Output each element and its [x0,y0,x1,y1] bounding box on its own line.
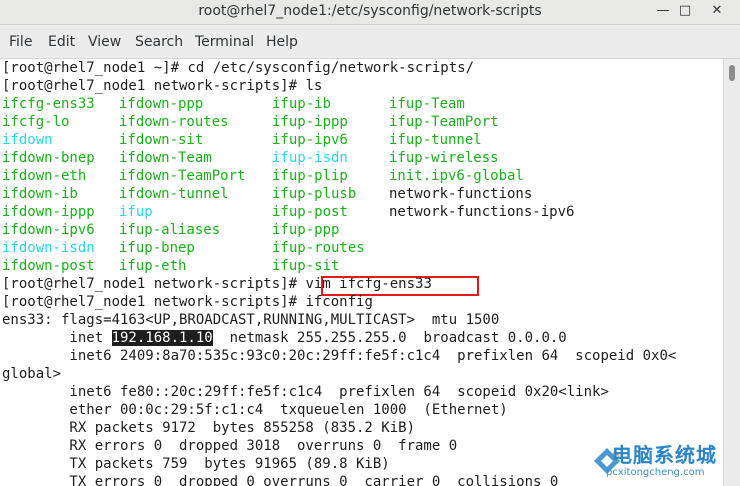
ls-entry: ifdown [2,132,53,148]
ls-entry: ifup-ipv6 [272,132,348,148]
terminal-line: RX packets 9172 bytes 855258 (835.2 KiB) [2,420,416,436]
watermark-url: pcxitongcheng.com [606,467,705,478]
ip-address-highlight: 192.168.1.10 [111,330,213,346]
ls-entry: ifdown-ippp [2,204,95,220]
ls-entry: ifup-post [272,204,348,220]
ls-entry: init.ipv6-global [389,168,524,184]
menu-search[interactable]: Search [135,34,183,50]
watermark: 电脑系统城 pcxitongcheng.com [586,436,740,486]
ls-entry: ifcfg-lo [2,114,70,130]
terminal-output[interactable]: [root@rhel7_node1 ~]# cd /etc/sysconfig/… [0,59,723,486]
menu-file[interactable]: File [9,34,32,50]
ls-entry: ifcfg-ens33 [2,96,95,112]
scrollbar-thumb[interactable] [729,65,735,81]
terminal-line: [root@rhel7_node1 network-scripts]# ls [2,77,322,95]
menu-help[interactable]: Help [266,34,298,50]
ls-entry: ifdown-ppp [119,96,204,112]
prompt: [root@rhel7_node1 network-scripts]# [2,78,306,94]
menu-view[interactable]: View [88,34,121,50]
ls-entry: ifdown-post [2,258,95,274]
terminal-line: [root@rhel7_node1 network-scripts]# ifco… [2,293,373,311]
terminal-line: global> [2,366,62,382]
menu-edit[interactable]: Edit [48,34,75,50]
command-text: ls [305,78,323,94]
terminal-line: inet6 2409:8a70:535c:93c0:20c:29ff:fe5f:… [2,348,677,364]
ls-entry: ifdown-TeamPort [119,168,246,184]
prompt: [root@rhel7_node1 ~]# [2,60,188,76]
ls-entry: ifup-tunnel [389,132,482,148]
ls-entry: network-functions [389,186,533,202]
title-bar: root@rhel7_node1:/etc/sysconfig/network-… [0,0,740,25]
ls-entry: ifdown-ib [2,186,78,202]
ls-entry: ifup-plip [272,168,348,184]
ls-entry: ifup [119,204,153,220]
ls-entry: ifdown-sit [119,132,204,148]
terminal-line: inet6 fe80::20c:29ff:fe5f:c1c4 prefixlen… [2,384,609,400]
ls-entry: ifdown-eth [2,168,87,184]
terminal-line: TX errors 0 dropped 0 overruns 0 carrier… [2,474,559,486]
output-text: inet [2,330,112,346]
scrollbar[interactable] [723,59,740,486]
ls-entry: ifup-bnep [119,240,195,256]
ls-entry: ifdown-isdn [2,240,95,256]
minimize-icon[interactable]: — [652,0,674,22]
menu-terminal[interactable]: Terminal [195,34,254,50]
output-text: netmask 255.255.255.0 broadcast 0.0.0.0 [212,330,567,346]
terminal-line: [root@rhel7_node1 ~]# cd /etc/sysconfig/… [2,59,474,77]
watermark-text: 电脑系统城 [612,443,717,467]
maximize-icon[interactable]: □ [674,0,696,22]
ls-entry: ifup-ppp [272,222,340,238]
ls-entry: ifup-wireless [389,150,499,166]
terminal-line: ens33: flags=4163<UP,BROADCAST,RUNNING,M… [2,312,500,328]
ls-entry: ifup-sit [272,258,340,274]
ls-entry: ifup-ib [272,96,332,112]
ls-entry: ifdown-tunnel [119,186,229,202]
ls-entry: ifup-routes [272,240,365,256]
terminal-line: ether 00:0c:29:5f:c1:c4 txqueuelen 1000 … [2,402,508,418]
command-text: ifconfig [305,294,373,310]
menu-bar: File Edit View Search Terminal Help [0,25,740,59]
terminal-line: RX errors 0 dropped 3018 overruns 0 fram… [2,438,458,454]
ls-entry: network-functions-ipv6 [389,204,575,220]
terminal-line: inet 192.168.1.10 netmask 255.255.255.0 … [2,329,567,347]
ls-entry: ifdown-routes [119,114,229,130]
ls-entry: ifup-Team [389,96,465,112]
ls-entry: ifup-TeamPort [389,114,499,130]
prompt: [root@rhel7_node1 network-scripts]# [2,294,306,310]
prompt: [root@rhel7_node1 network-scripts]# [2,276,306,292]
ls-entry: ifup-eth [119,258,187,274]
ls-entry: ifdown-Team [119,150,212,166]
ls-entry: ifup-plusb [272,186,357,202]
ls-entry: ifup-ippp [272,114,348,130]
window-title: root@rhel7_node1:/etc/sysconfig/network-… [198,3,542,19]
ls-entry: ifdown-ipv6 [2,222,95,238]
close-icon[interactable]: ✕ [706,0,728,22]
ls-entry: ifup-aliases [119,222,221,238]
ls-entry: ifup-isdn [272,150,348,166]
command-text: cd /etc/sysconfig/network-scripts/ [187,60,475,76]
terminal-line: TX packets 759 bytes 91965 (89.8 KiB) [2,456,390,472]
ls-entry: ifdown-bnep [2,150,95,166]
